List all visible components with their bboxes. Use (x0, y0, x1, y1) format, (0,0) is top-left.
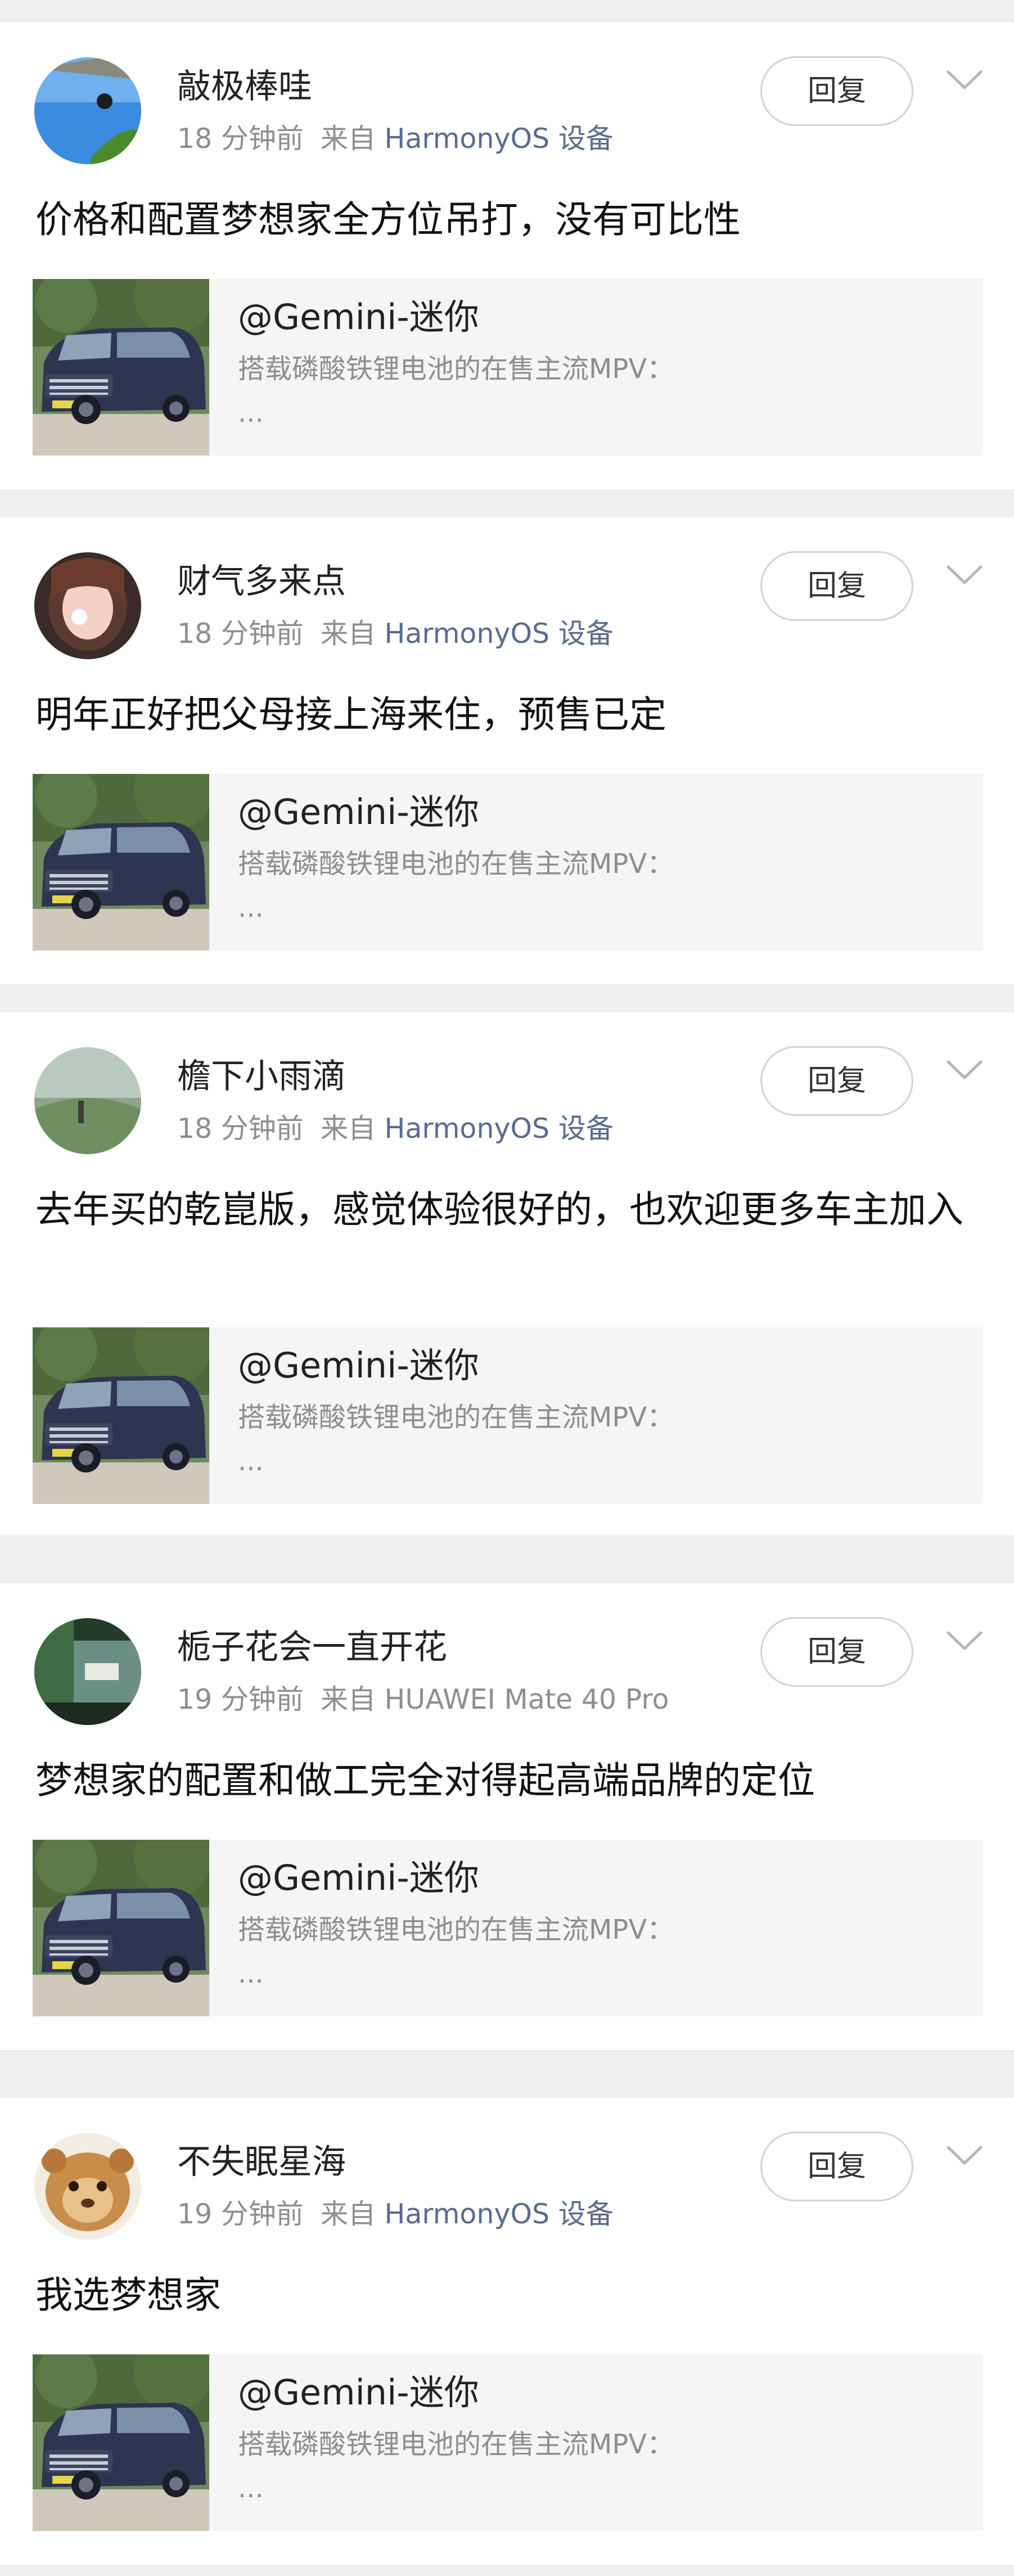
timestamp: 19 分钟前 (177, 2198, 304, 2230)
source-label: 来自 (320, 618, 376, 650)
source-label: 来自 (320, 1683, 376, 1715)
chevron-down-icon[interactable] (945, 1627, 984, 1655)
source-label: 来自 (320, 123, 376, 155)
car-thumbnail (33, 1327, 209, 1504)
comment-text: 价格和配置梦想家全方位吊打，没有可比性 (35, 198, 741, 241)
device-link[interactable]: HarmonyOS 设备 (385, 123, 614, 155)
timestamp: 18 分钟前 (177, 618, 304, 650)
device-link[interactable]: HarmonyOS 设备 (385, 618, 614, 650)
reply-button[interactable]: 回复 (760, 2132, 913, 2201)
chevron-down-icon[interactable] (945, 66, 984, 94)
quoted-post-ellipsis: ... (238, 397, 264, 429)
avatar[interactable] (34, 57, 141, 164)
source-label: 来自 (320, 1113, 376, 1145)
comment-text: 梦想家的配置和做工完全对得起高端品牌的定位 (35, 1759, 815, 1802)
quoted-post-excerpt: 搭载磷酸铁锂电池的在售主流MPV： (238, 848, 674, 880)
chevron-down-icon[interactable] (945, 2142, 984, 2170)
car-thumbnail (33, 774, 209, 951)
timestamp: 18 分钟前 (177, 123, 304, 155)
car-thumbnail (33, 2354, 209, 2531)
chevron-down-icon[interactable] (945, 561, 984, 589)
username[interactable]: 檐下小雨滴 (177, 1056, 346, 1097)
comment-meta: 18 分钟前 来自 HarmonyOS 设备 (177, 122, 614, 156)
quoted-post[interactable]: @Gemini-迷你 搭载磷酸铁锂电池的在售主流MPV： ... (33, 1327, 983, 1504)
quoted-post[interactable]: @Gemini-迷你 搭载磷酸铁锂电池的在售主流MPV： ... (33, 774, 983, 951)
quoted-post-excerpt: 搭载磷酸铁锂电池的在售主流MPV： (238, 2429, 674, 2460)
quoted-post-ellipsis: ... (238, 892, 264, 924)
quoted-post-excerpt: 搭载磷酸铁锂电池的在售主流MPV： (238, 1402, 674, 1433)
car-thumbnail (33, 279, 209, 456)
quoted-post[interactable]: @Gemini-迷你 搭载磷酸铁锂电池的在售主流MPV： ... (33, 1840, 983, 2016)
quoted-post[interactable]: @Gemini-迷你 搭载磷酸铁锂电池的在售主流MPV： ... (33, 279, 983, 456)
comment-text: 明年正好把父母接上海来住，预售已定 (35, 693, 666, 736)
username[interactable]: 栀子花会一直开花 (177, 1627, 447, 1668)
comment-meta: 18 分钟前 来自 HarmonyOS 设备 (177, 1112, 614, 1146)
reply-button[interactable]: 回复 (760, 56, 913, 126)
chevron-down-icon[interactable] (945, 1056, 984, 1084)
device-link[interactable]: HarmonyOS 设备 (385, 2198, 614, 2230)
comment-text: 去年买的乾崑版，感觉体验很好的，也欢迎更多车主加入 (35, 1188, 963, 1231)
quoted-post-ellipsis: ... (238, 1958, 264, 1989)
quoted-post-excerpt: 搭载磷酸铁锂电池的在售主流MPV： (238, 353, 674, 385)
comment-card: 栀子花会一直开花 19 分钟前 来自 HUAWEI Mate 40 Pro 回复 … (0, 1583, 1014, 2050)
timestamp: 18 分钟前 (177, 1113, 304, 1145)
timestamp: 19 分钟前 (177, 1683, 304, 1715)
device-link[interactable]: HarmonyOS 设备 (385, 1113, 614, 1145)
comment-meta: 18 分钟前 来自 HarmonyOS 设备 (177, 617, 614, 651)
reply-button[interactable]: 回复 (760, 551, 913, 621)
comment-card: 敲极棒哇 18 分钟前 来自 HarmonyOS 设备 回复 价格和配置梦想家全方… (0, 22, 1014, 489)
quoted-post-author: @Gemini-迷你 (238, 1345, 479, 1386)
reply-button[interactable]: 回复 (760, 1046, 913, 1116)
quoted-post-ellipsis: ... (238, 1445, 264, 1477)
reply-button[interactable]: 回复 (760, 1617, 913, 1687)
quoted-post-ellipsis: ... (238, 2473, 264, 2504)
comment-card: 不失眠星海 19 分钟前 来自 HarmonyOS 设备 回复 我选梦想家 @Ge… (0, 2098, 1014, 2565)
username[interactable]: 财气多来点 (177, 561, 346, 602)
avatar[interactable] (34, 2133, 141, 2240)
quoted-post-author: @Gemini-迷你 (238, 296, 479, 337)
comment-card: 财气多来点 18 分钟前 来自 HarmonyOS 设备 回复 明年正好把父母接上… (0, 517, 1014, 984)
comment-meta: 19 分钟前 来自 HarmonyOS 设备 (177, 2197, 614, 2231)
avatar[interactable] (34, 1047, 141, 1154)
avatar[interactable] (34, 552, 141, 659)
comment-card: 檐下小雨滴 18 分钟前 来自 HarmonyOS 设备 回复 去年买的乾崑版，感… (0, 1012, 1014, 1535)
comment-meta: 19 分钟前 来自 HUAWEI Mate 40 Pro (177, 1683, 669, 1717)
username[interactable]: 敲极棒哇 (177, 66, 312, 107)
comment-text: 我选梦想家 (35, 2273, 221, 2317)
quoted-post[interactable]: @Gemini-迷你 搭载磷酸铁锂电池的在售主流MPV： ... (33, 2354, 983, 2531)
avatar[interactable] (34, 1618, 141, 1725)
username[interactable]: 不失眠星海 (177, 2142, 346, 2182)
quoted-post-excerpt: 搭载磷酸铁锂电池的在售主流MPV： (238, 1914, 674, 1945)
quoted-post-author: @Gemini-迷你 (238, 1857, 479, 1898)
source-label: 来自 (320, 2198, 376, 2230)
quoted-post-author: @Gemini-迷你 (238, 2372, 479, 2413)
quoted-post-author: @Gemini-迷你 (238, 791, 479, 832)
car-thumbnail (33, 1840, 209, 2016)
device-label: HUAWEI Mate 40 Pro (384, 1683, 669, 1715)
